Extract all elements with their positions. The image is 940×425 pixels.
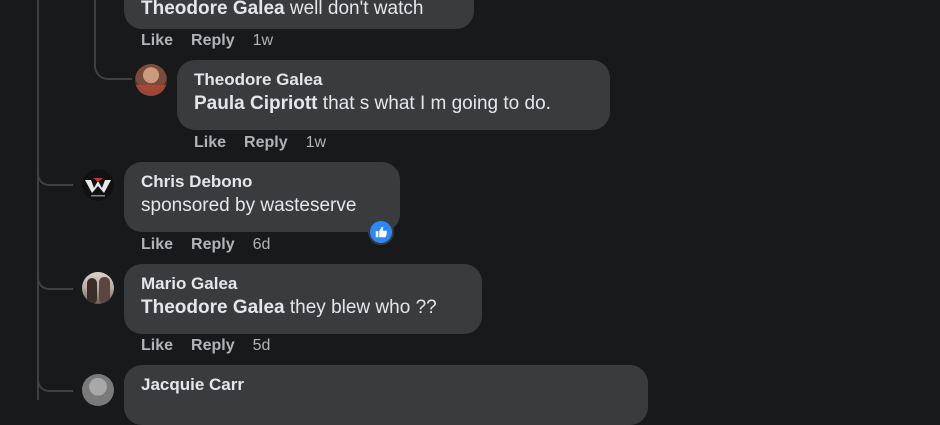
like-button[interactable]: Like xyxy=(141,236,173,253)
timestamp[interactable]: 1w xyxy=(306,134,326,151)
avatar[interactable] xyxy=(82,169,114,201)
comment-actions: Like Reply 1w xyxy=(141,32,291,50)
comment-author[interactable]: Jacquie Carr xyxy=(141,374,632,396)
thread-connector xyxy=(37,372,73,392)
thread-connector xyxy=(94,48,132,80)
like-reaction-icon[interactable] xyxy=(368,219,394,245)
reply-button[interactable]: Reply xyxy=(191,337,235,354)
comment-text: Theodore Galea they blew who ?? xyxy=(141,297,437,318)
reply-button[interactable]: Reply xyxy=(191,236,235,253)
timestamp[interactable]: 1w xyxy=(253,32,273,49)
comment-bubble[interactable]: Mario Galea Theodore Galea they blew who… xyxy=(124,264,482,334)
comment-text: sponsored by wasteserve xyxy=(141,195,357,216)
comment-text: Theodore Galea well don't watch xyxy=(141,0,424,19)
like-button[interactable]: Like xyxy=(141,337,173,354)
comment-actions: Like Reply 5d xyxy=(141,337,288,355)
comment-author[interactable]: Chris Debono xyxy=(141,171,384,193)
logo-icon xyxy=(85,178,111,197)
timestamp[interactable]: 5d xyxy=(253,337,271,354)
mention-link[interactable]: Paula Cipriott xyxy=(194,93,318,114)
thread-connector xyxy=(37,270,73,290)
reply-button[interactable]: Reply xyxy=(191,32,235,49)
mention-link[interactable]: Theodore Galea xyxy=(141,297,285,318)
mention-link[interactable]: Theodore Galea xyxy=(141,0,285,19)
avatar[interactable] xyxy=(135,64,167,96)
thread-line-main xyxy=(37,0,39,400)
thread-connector xyxy=(37,166,73,186)
comment-bubble[interactable]: Jacquie Carr xyxy=(124,365,648,425)
avatar[interactable] xyxy=(82,272,114,304)
comment-actions: Like Reply 1w xyxy=(194,134,344,152)
reply-button[interactable]: Reply xyxy=(244,134,288,151)
like-button[interactable]: Like xyxy=(141,32,173,49)
comment-text: Paula Cipriott that s what I m going to … xyxy=(194,93,551,114)
like-button[interactable]: Like xyxy=(194,134,226,151)
avatar[interactable] xyxy=(82,374,114,406)
comment-bubble[interactable]: Theodore Galea Paula Cipriott that s wha… xyxy=(177,60,610,130)
comment-bubble[interactable]: Theodore Galea well don't watch xyxy=(124,0,474,29)
comment-bubble[interactable]: Chris Debono sponsored by wasteserve xyxy=(124,162,400,232)
comment-author[interactable]: Mario Galea xyxy=(141,273,466,295)
comment-actions: Like Reply 6d xyxy=(141,236,288,254)
timestamp[interactable]: 6d xyxy=(253,236,271,253)
comment-author[interactable]: Theodore Galea xyxy=(194,69,594,91)
